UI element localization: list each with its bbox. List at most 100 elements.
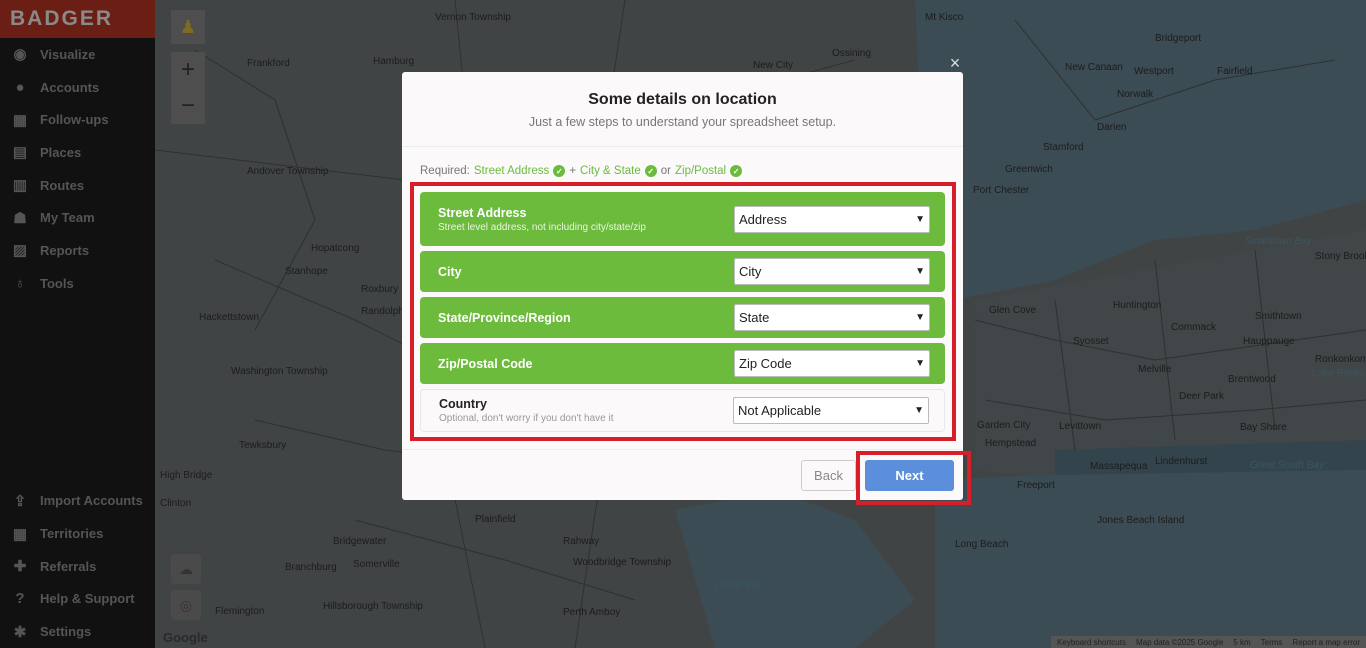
field-row-zip: Zip/Postal Code Zip Code ▼: [420, 343, 945, 384]
map-label: Woodbridge Township: [573, 557, 672, 568]
sidebar-item-settings[interactable]: ✱ Settings: [0, 615, 155, 648]
map-water-label: Smithtown Bay: [1245, 236, 1312, 247]
badger-logo[interactable]: BADGER: [10, 7, 113, 31]
sidebar-item-referrals[interactable]: ✚ Referrals: [0, 550, 155, 583]
location-modal: Some details on location Just a few step…: [402, 72, 963, 500]
lightbulb-icon: ♁: [14, 274, 26, 292]
check-icon: ✓: [644, 165, 657, 177]
sidebar-item-reports[interactable]: ▨ Reports: [0, 234, 155, 267]
map-label: Port Chester: [973, 185, 1030, 196]
select-value: City: [739, 264, 762, 279]
zoom-in-button[interactable]: +: [171, 52, 205, 88]
sidebar-item-my-team[interactable]: ☗ My Team: [0, 201, 155, 234]
sidebar-item-help-support[interactable]: ? Help & Support: [0, 583, 155, 616]
map-label: Plainfield: [475, 514, 516, 525]
map-label: Tewksbury: [239, 440, 287, 451]
map-attribution: Keyboard shortcuts Map data ©2025 Google…: [1051, 636, 1366, 648]
chevron-down-icon: ▼: [915, 358, 925, 369]
map-label: Hempstead: [985, 438, 1037, 449]
map-label: Bridgewater: [333, 536, 387, 547]
required-prefix: Required:: [420, 165, 470, 177]
modal-subtitle: Just a few steps to understand your spre…: [528, 115, 837, 129]
sidebar-item-places[interactable]: ▤ Places: [0, 136, 155, 169]
map-label: Huntington: [1113, 300, 1162, 311]
map-label: Bridgeport: [1155, 33, 1202, 44]
map-label: New City: [753, 60, 794, 71]
state-select[interactable]: State ▼: [734, 304, 930, 331]
scale-text[interactable]: 5 km: [1233, 638, 1250, 647]
map-icon: ▥: [12, 177, 28, 195]
map-water-label: Great South Bay: [1250, 460, 1324, 471]
zoom-out-button[interactable]: −: [171, 88, 205, 124]
chat-icon[interactable]: ☁: [171, 554, 201, 584]
user-icon: ●: [15, 78, 25, 96]
chevron-down-icon: ▼: [915, 213, 925, 225]
field-row-city: City City ▼: [420, 251, 945, 292]
locate-icon[interactable]: ◎: [171, 590, 201, 620]
map-label: Hillsborough Township: [323, 601, 423, 612]
map-label: Andover Township: [247, 166, 329, 177]
field-row-country: Country Optional, don't worry if you don…: [420, 389, 945, 432]
map-label: Stony Brook: [1315, 251, 1366, 262]
sidebar-item-accounts[interactable]: ● Accounts: [0, 71, 155, 104]
calendar-icon: ▦: [12, 111, 28, 129]
map-label: Garden City: [977, 420, 1031, 431]
sidebar-item-import-accounts[interactable]: ⇪ Import Accounts: [0, 485, 155, 518]
sidebar-item-label: Referrals: [40, 558, 97, 574]
map-label: Norwalk: [1117, 89, 1154, 100]
modal-close-button[interactable]: ×: [946, 54, 964, 72]
help-icon: ?: [15, 590, 25, 608]
zip-select[interactable]: Zip Code ▼: [734, 350, 930, 377]
map-label: Westport: [1134, 66, 1174, 77]
check-icon: ✓: [730, 165, 743, 177]
sidebar-item-visualize[interactable]: ◉ Visualize: [0, 38, 155, 71]
map-label: High Bridge: [160, 470, 213, 481]
field-label: State/Province/Region: [438, 310, 571, 325]
map-label: Bay Shore: [1240, 422, 1287, 433]
store-icon: ▤: [12, 144, 28, 162]
terms-link[interactable]: Terms: [1261, 638, 1283, 647]
country-select[interactable]: Not Applicable ▼: [733, 397, 929, 424]
map-label: New Canaan: [1065, 62, 1123, 73]
sidebar-item-routes[interactable]: ▥ Routes: [0, 169, 155, 202]
map-label: Greenwich: [1005, 164, 1053, 175]
sidebar-item-follow-ups[interactable]: ▦ Follow-ups: [0, 103, 155, 136]
modal-title: Some details on location: [588, 91, 777, 108]
sidebar-item-label: My Team: [40, 210, 95, 226]
sidebar-item-territories[interactable]: ▦ Territories: [0, 517, 155, 550]
sidebar-item-label: Tools: [40, 275, 74, 291]
map-label: Branchburg: [285, 562, 337, 573]
gear-icon: ✱: [13, 623, 27, 641]
upload-icon: ⇪: [13, 492, 27, 510]
modal-header: Some details on location Just a few step…: [402, 72, 963, 147]
sidebar-item-tools[interactable]: ♁ Tools: [0, 267, 155, 300]
back-button[interactable]: Back: [801, 460, 856, 491]
sidebar-nav: ◉ Visualize ● Accounts ▦ Follow-ups ▤ Places ▥ Ro…: [0, 38, 155, 300]
req-or: or: [660, 165, 671, 177]
map-label: Levittown: [1059, 421, 1102, 432]
map-label: Vernon Township: [435, 12, 511, 23]
map-label: Ronkonkoma: [1315, 354, 1366, 365]
req-zip-label: Zip/Postal: [674, 165, 727, 177]
map-label: Jones Beach Island: [1097, 515, 1185, 526]
pegman-icon[interactable]: ♟: [171, 10, 205, 44]
eye-icon: ◉: [13, 46, 27, 64]
map-label: Perth Amboy: [563, 607, 621, 618]
google-logo: Google: [163, 630, 208, 645]
report-error-link[interactable]: Report a map error: [1292, 638, 1360, 647]
map-label: Commack: [1171, 322, 1217, 333]
map-label: Washington Township: [231, 366, 328, 377]
city-select[interactable]: City ▼: [734, 258, 930, 285]
select-value: Address: [739, 211, 787, 227]
req-city-state-label: City & State: [580, 165, 641, 177]
next-button[interactable]: Next: [865, 460, 954, 491]
keyboard-shortcuts-link[interactable]: Keyboard shortcuts: [1057, 638, 1126, 647]
street-address-select[interactable]: Address ▼: [734, 205, 930, 233]
modal-footer-divider: [402, 449, 963, 450]
map-label: Melville: [1138, 364, 1172, 375]
map-label: Flemington: [215, 606, 265, 617]
field-label: Country: [439, 397, 487, 411]
sidebar: BADGER ◉ Visualize ● Accounts ▦ Follow-ups ▤ Pl…: [0, 0, 155, 648]
field-label: Zip/Postal Code: [438, 356, 533, 371]
map-label: Syosset: [1073, 336, 1109, 347]
